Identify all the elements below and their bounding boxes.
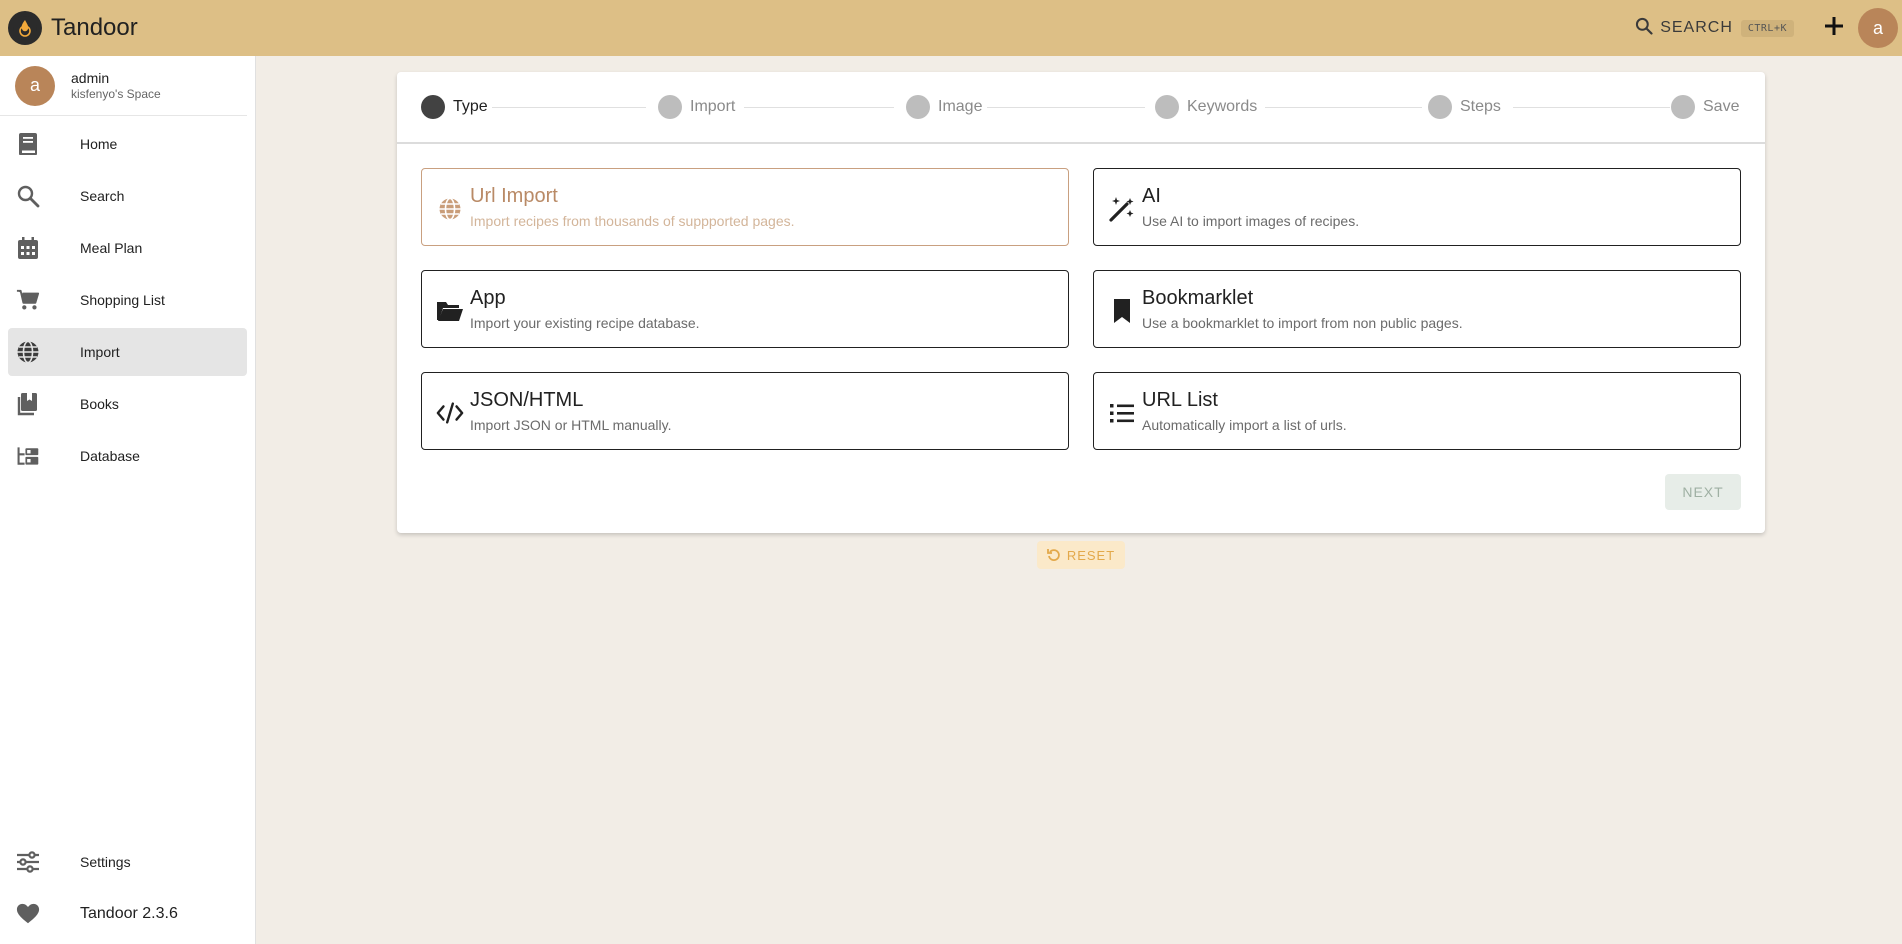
add-button[interactable] (1822, 14, 1846, 43)
reset-label: RESET (1066, 547, 1116, 563)
search-label: SEARCH (1660, 19, 1733, 36)
step-indicator (658, 95, 682, 119)
user-space: kisfenyo's Space (71, 86, 161, 101)
option-description: Use AI to import images of recipes. (1142, 213, 1360, 229)
step-indicator (906, 95, 930, 119)
magic-wand-icon (1108, 195, 1136, 223)
option-description: Use a bookmarklet to import from non pub… (1142, 315, 1463, 331)
search-icon (1634, 16, 1654, 41)
step-connector (1265, 107, 1422, 108)
user-profile[interactable]: a admin kisfenyo's Space (0, 56, 247, 116)
step-image[interactable]: Image (906, 95, 982, 119)
option-bookmarklet[interactable]: Bookmarklet Use a bookmarklet to import … (1093, 270, 1741, 348)
reset-button[interactable]: RESET (1037, 541, 1125, 569)
calendar-icon (16, 236, 40, 260)
top-app-bar: Tandoor SEARCH CTRL+K a (0, 0, 1902, 56)
sidebar: a admin kisfenyo's Space Home Search Mea… (0, 56, 256, 944)
sidebar-item-label: Shopping List (80, 292, 165, 308)
option-title: App (470, 287, 506, 309)
option-description: Import recipes from thousands of supppor… (470, 213, 795, 229)
option-description: Import your existing recipe database. (470, 315, 700, 331)
step-type[interactable]: Type (421, 95, 488, 119)
step-indicator (1671, 95, 1695, 119)
sidebar-item-meal-plan[interactable]: Meal Plan (8, 224, 247, 272)
sidebar-item-label: Settings (80, 854, 131, 870)
step-label: Type (453, 98, 488, 115)
sliders-icon (16, 850, 40, 874)
step-indicator (1155, 95, 1179, 119)
folder-open-icon (436, 297, 464, 325)
option-app[interactable]: App Import your existing recipe database… (421, 270, 1069, 348)
book-icon (16, 132, 40, 156)
user-name: admin (71, 69, 110, 86)
step-indicator (421, 95, 445, 119)
search-icon (16, 184, 40, 208)
import-wizard-card: Type Import Image Keywords Steps Save Ur… (397, 72, 1765, 533)
app-version: Tandoor 2.3.6 (80, 905, 178, 922)
option-url-list[interactable]: URL List Automatically import a list of … (1093, 372, 1741, 450)
step-steps[interactable]: Steps (1428, 95, 1501, 119)
code-icon (436, 399, 464, 427)
step-label: Keywords (1187, 98, 1258, 115)
sidebar-item-about[interactable]: Tandoor 2.3.6 (8, 890, 248, 938)
sidebar-item-label: Import (80, 344, 120, 360)
option-title: Bookmarklet (1142, 287, 1254, 309)
step-connector (744, 107, 894, 108)
sidebar-item-label: Meal Plan (80, 240, 143, 256)
sidebar-item-label: Home (80, 136, 118, 152)
sidebar-item-home[interactable]: Home (8, 120, 247, 168)
bookshelf-icon (16, 392, 40, 416)
search-button[interactable]: SEARCH CTRL+K (1634, 16, 1794, 41)
list-icon (1108, 399, 1136, 427)
logo-icon[interactable] (8, 11, 42, 45)
sidebar-item-database[interactable]: Database (8, 432, 247, 480)
user-avatar-button[interactable]: a (1858, 8, 1898, 48)
option-title: Url Import (470, 185, 558, 207)
heart-icon (16, 902, 40, 926)
sidebar-item-books[interactable]: Books (8, 380, 247, 428)
sidebar-item-settings[interactable]: Settings (8, 838, 248, 886)
option-title: AI (1142, 185, 1161, 207)
avatar: a (15, 65, 55, 106)
reset-icon (1046, 548, 1061, 562)
option-url-import[interactable]: Url Import Import recipes from thousands… (421, 168, 1069, 246)
option-title: URL List (1142, 389, 1218, 411)
option-ai[interactable]: AI Use AI to import images of recipes. (1093, 168, 1741, 246)
plus-icon (1822, 14, 1846, 43)
sidebar-item-label: Books (80, 396, 119, 412)
step-label: Steps (1460, 98, 1501, 115)
option-description: Automatically import a list of urls. (1142, 417, 1347, 433)
bookmark-icon (1108, 297, 1136, 325)
step-label: Import (690, 98, 736, 115)
next-button[interactable]: NEXT (1665, 474, 1741, 510)
option-title: JSON/HTML (470, 389, 584, 411)
step-save[interactable]: Save (1671, 95, 1739, 119)
stepper: Type Import Image Keywords Steps Save (397, 72, 1765, 144)
step-connector (987, 107, 1145, 108)
database-tree-icon (16, 444, 40, 468)
cart-icon (16, 288, 40, 312)
sidebar-item-shopping-list[interactable]: Shopping List (8, 276, 247, 324)
sidebar-item-import[interactable]: Import (8, 328, 247, 376)
option-description: Import JSON or HTML manually. (470, 417, 672, 433)
step-connector (492, 107, 646, 108)
search-shortcut-badge: CTRL+K (1740, 19, 1794, 37)
step-indicator (1428, 95, 1452, 119)
globe-icon (16, 340, 40, 364)
step-import[interactable]: Import (658, 95, 735, 119)
step-label: Image (938, 98, 983, 115)
sidebar-item-label: Database (80, 448, 140, 464)
step-label: Save (1703, 98, 1740, 115)
globe-icon (436, 195, 464, 223)
option-json-html[interactable]: JSON/HTML Import JSON or HTML manually. (421, 372, 1069, 450)
step-keywords[interactable]: Keywords (1155, 95, 1257, 119)
app-title[interactable]: Tandoor (51, 14, 138, 42)
step-connector (1513, 107, 1670, 108)
sidebar-item-search[interactable]: Search (8, 172, 247, 220)
sidebar-item-label: Search (80, 188, 125, 204)
